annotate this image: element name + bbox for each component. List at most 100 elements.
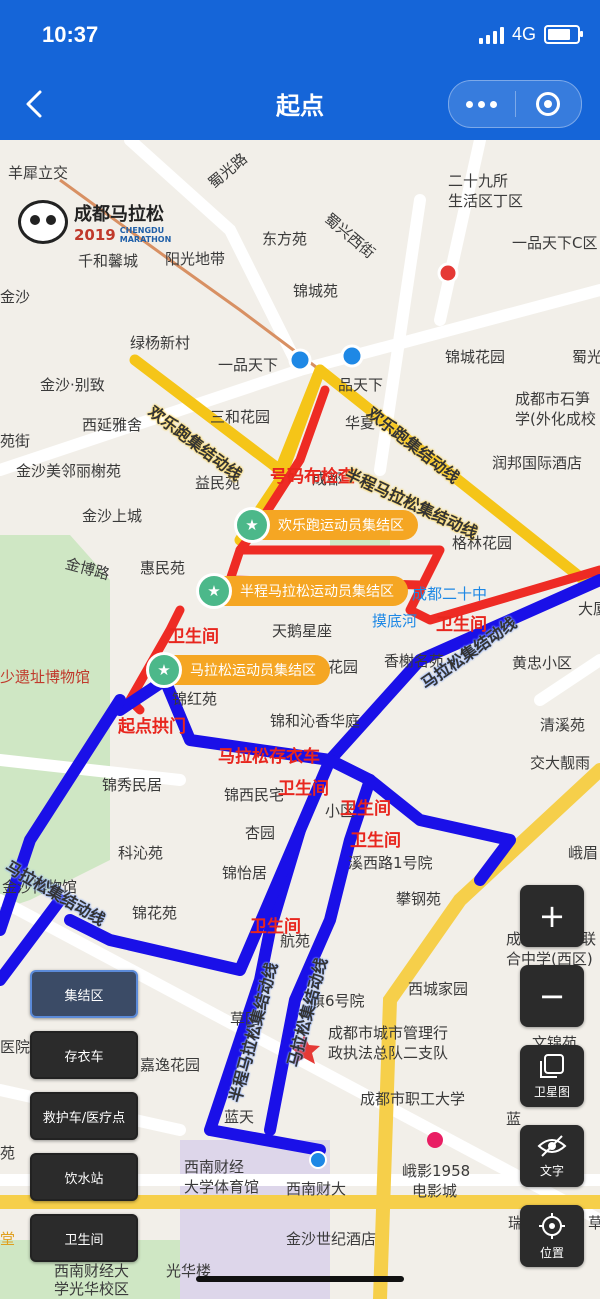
layer-assembly-button[interactable]: 集结区 [30, 970, 138, 1018]
map-label: 三和花园 [210, 408, 271, 426]
zoom-in-button[interactable]: + [520, 885, 584, 947]
map-label: 蓝天 [224, 1108, 255, 1126]
fun-run-assembly-marker[interactable]: ★ 欢乐跑运动员集结区 [234, 507, 418, 543]
crosshair-icon [539, 1212, 565, 1239]
star-icon: ★ [196, 573, 232, 609]
more-dots-icon [466, 100, 498, 108]
map-label: 二十九所 [448, 172, 509, 190]
map-label: 一品天下C区 [512, 234, 598, 252]
layer-medical-button[interactable]: 救护车/医疗点 [30, 1092, 138, 1140]
metro-station-icon [340, 344, 364, 368]
map-label: 阳光地带 [165, 250, 226, 268]
map-label: 西延雅舍 [82, 416, 143, 434]
map-label: 锦和沁香华庭 [270, 712, 361, 730]
more-button[interactable] [449, 81, 515, 127]
map-label: 金沙世纪酒店 [286, 1230, 377, 1248]
map-label: 花园 [328, 658, 359, 676]
map-label: 千和馨城 [78, 252, 139, 270]
map-label: 锦怡居 [222, 864, 268, 882]
layers-icon [540, 1053, 564, 1078]
map-label: 政执法总队二支队 [328, 1044, 449, 1062]
layer-water-station-button[interactable]: 饮水站 [30, 1153, 138, 1201]
map-label: 东方苑 [262, 230, 308, 248]
text-toggle-button[interactable]: 文字 [520, 1125, 584, 1187]
map-label: 成都二十中 [412, 585, 488, 603]
map-label: 峨影1958 [402, 1162, 471, 1180]
panda-icon [18, 200, 68, 244]
close-miniprogram-button[interactable] [516, 81, 582, 127]
minus-icon: − [538, 977, 566, 1015]
bib-check-label: 号码布检查 [270, 467, 355, 487]
map-label: 大厦 [578, 600, 600, 618]
target-icon [536, 92, 561, 116]
map-label: 蜀光 [572, 348, 600, 366]
star-icon: ★ [146, 652, 182, 688]
map-label: 大学体育馆 [184, 1178, 260, 1196]
map-label: 黄忠小区 [512, 654, 573, 672]
layer-bag-truck-button[interactable]: 存衣车 [30, 1031, 138, 1079]
map-label: 惠民苑 [140, 559, 186, 577]
map-label: 苑 [0, 1144, 16, 1162]
logo-year: 2019 [74, 226, 116, 244]
map-label: 堂 [0, 1230, 16, 1248]
toilet-label: 卫生间 [250, 917, 301, 937]
map-label: 羊犀立交 [8, 164, 69, 182]
logo-sub1: CHENGDU [119, 226, 165, 235]
map-label: 品天下 [338, 376, 384, 394]
toilet-label: 卫生间 [168, 627, 219, 647]
map-label: 润邦国际酒店 [492, 454, 583, 472]
map-label: 金沙美邻丽榭苑 [16, 462, 122, 480]
map-label: 科沁苑 [118, 844, 164, 862]
map-label: 医院 [0, 1038, 31, 1056]
map-label: 学光华校区 [54, 1280, 130, 1298]
map-label: 金沙上城 [82, 507, 143, 525]
map-label: 学(外化成校 [515, 410, 596, 428]
toilet-label: 卫生间 [278, 779, 329, 799]
start-arch-label: 起点拱门 [118, 717, 186, 737]
home-indicator[interactable] [196, 1276, 404, 1282]
star-icon: ★ [234, 507, 270, 543]
map-label: 金沙 [0, 288, 31, 306]
map-label: 成都市城市管理行 [328, 1024, 449, 1042]
marathon-assembly-marker[interactable]: ★ 马拉松运动员集结区 [146, 652, 330, 688]
logo-sub2: MARATHON [119, 235, 172, 244]
half-marathon-assembly-marker[interactable]: ★ 半程马拉松运动员集结区 [196, 573, 408, 609]
map-label: 西南财大 [286, 1180, 347, 1198]
map-label: 成都市职工大学 [360, 1090, 466, 1108]
map-label: 成都市石笋 [515, 390, 591, 408]
status-time: 10:37 [42, 22, 99, 47]
cinema-icon [427, 1132, 443, 1148]
map-label: 锦花苑 [132, 904, 178, 922]
eye-off-icon [537, 1134, 567, 1157]
mini-program-capsule [448, 80, 582, 128]
status-icons: 4G [478, 24, 583, 45]
map-label: 天鹅星座 [272, 622, 333, 640]
map-label: 摸底河 [372, 612, 418, 630]
map-label: 少遗址博物馆 [0, 668, 91, 686]
layer-toilet-button[interactable]: 卫生间 [30, 1214, 138, 1262]
battery-icon [544, 25, 583, 44]
metro-station-icon [288, 348, 312, 372]
map-label: 锦秀民居 [102, 776, 163, 794]
map-label: 锦红苑 [172, 690, 218, 708]
map-label: 草 [588, 1214, 600, 1232]
plus-icon: + [538, 897, 566, 935]
toilet-label: 卫生间 [350, 831, 401, 851]
location-label: 位置 [539, 1245, 564, 1260]
map-label: 交大靓雨 [530, 754, 591, 772]
map-label: 蓝 [506, 1110, 522, 1128]
map-label: 绿杨新村 [130, 334, 191, 352]
map-label: 锦城苑 [293, 282, 339, 300]
satellite-button[interactable]: 卫星图 [520, 1045, 584, 1107]
map-label: 金沙·别致 [40, 376, 105, 394]
network-type: 4G [511, 24, 536, 44]
map-label: 西城家园 [408, 980, 469, 998]
map-label: 西南财经 [184, 1158, 245, 1176]
marathon-assembly-label: 马拉松运动员集结区 [190, 663, 316, 679]
zoom-out-button[interactable]: − [520, 965, 584, 1027]
bus-stop-icon [309, 1151, 327, 1169]
location-button[interactable]: 位置 [520, 1205, 584, 1267]
map-label: 峨眉 [568, 844, 599, 862]
half-marathon-assembly-label: 半程马拉松运动员集结区 [240, 584, 394, 600]
app-header: 10:37 4G 起点 [0, 0, 600, 140]
